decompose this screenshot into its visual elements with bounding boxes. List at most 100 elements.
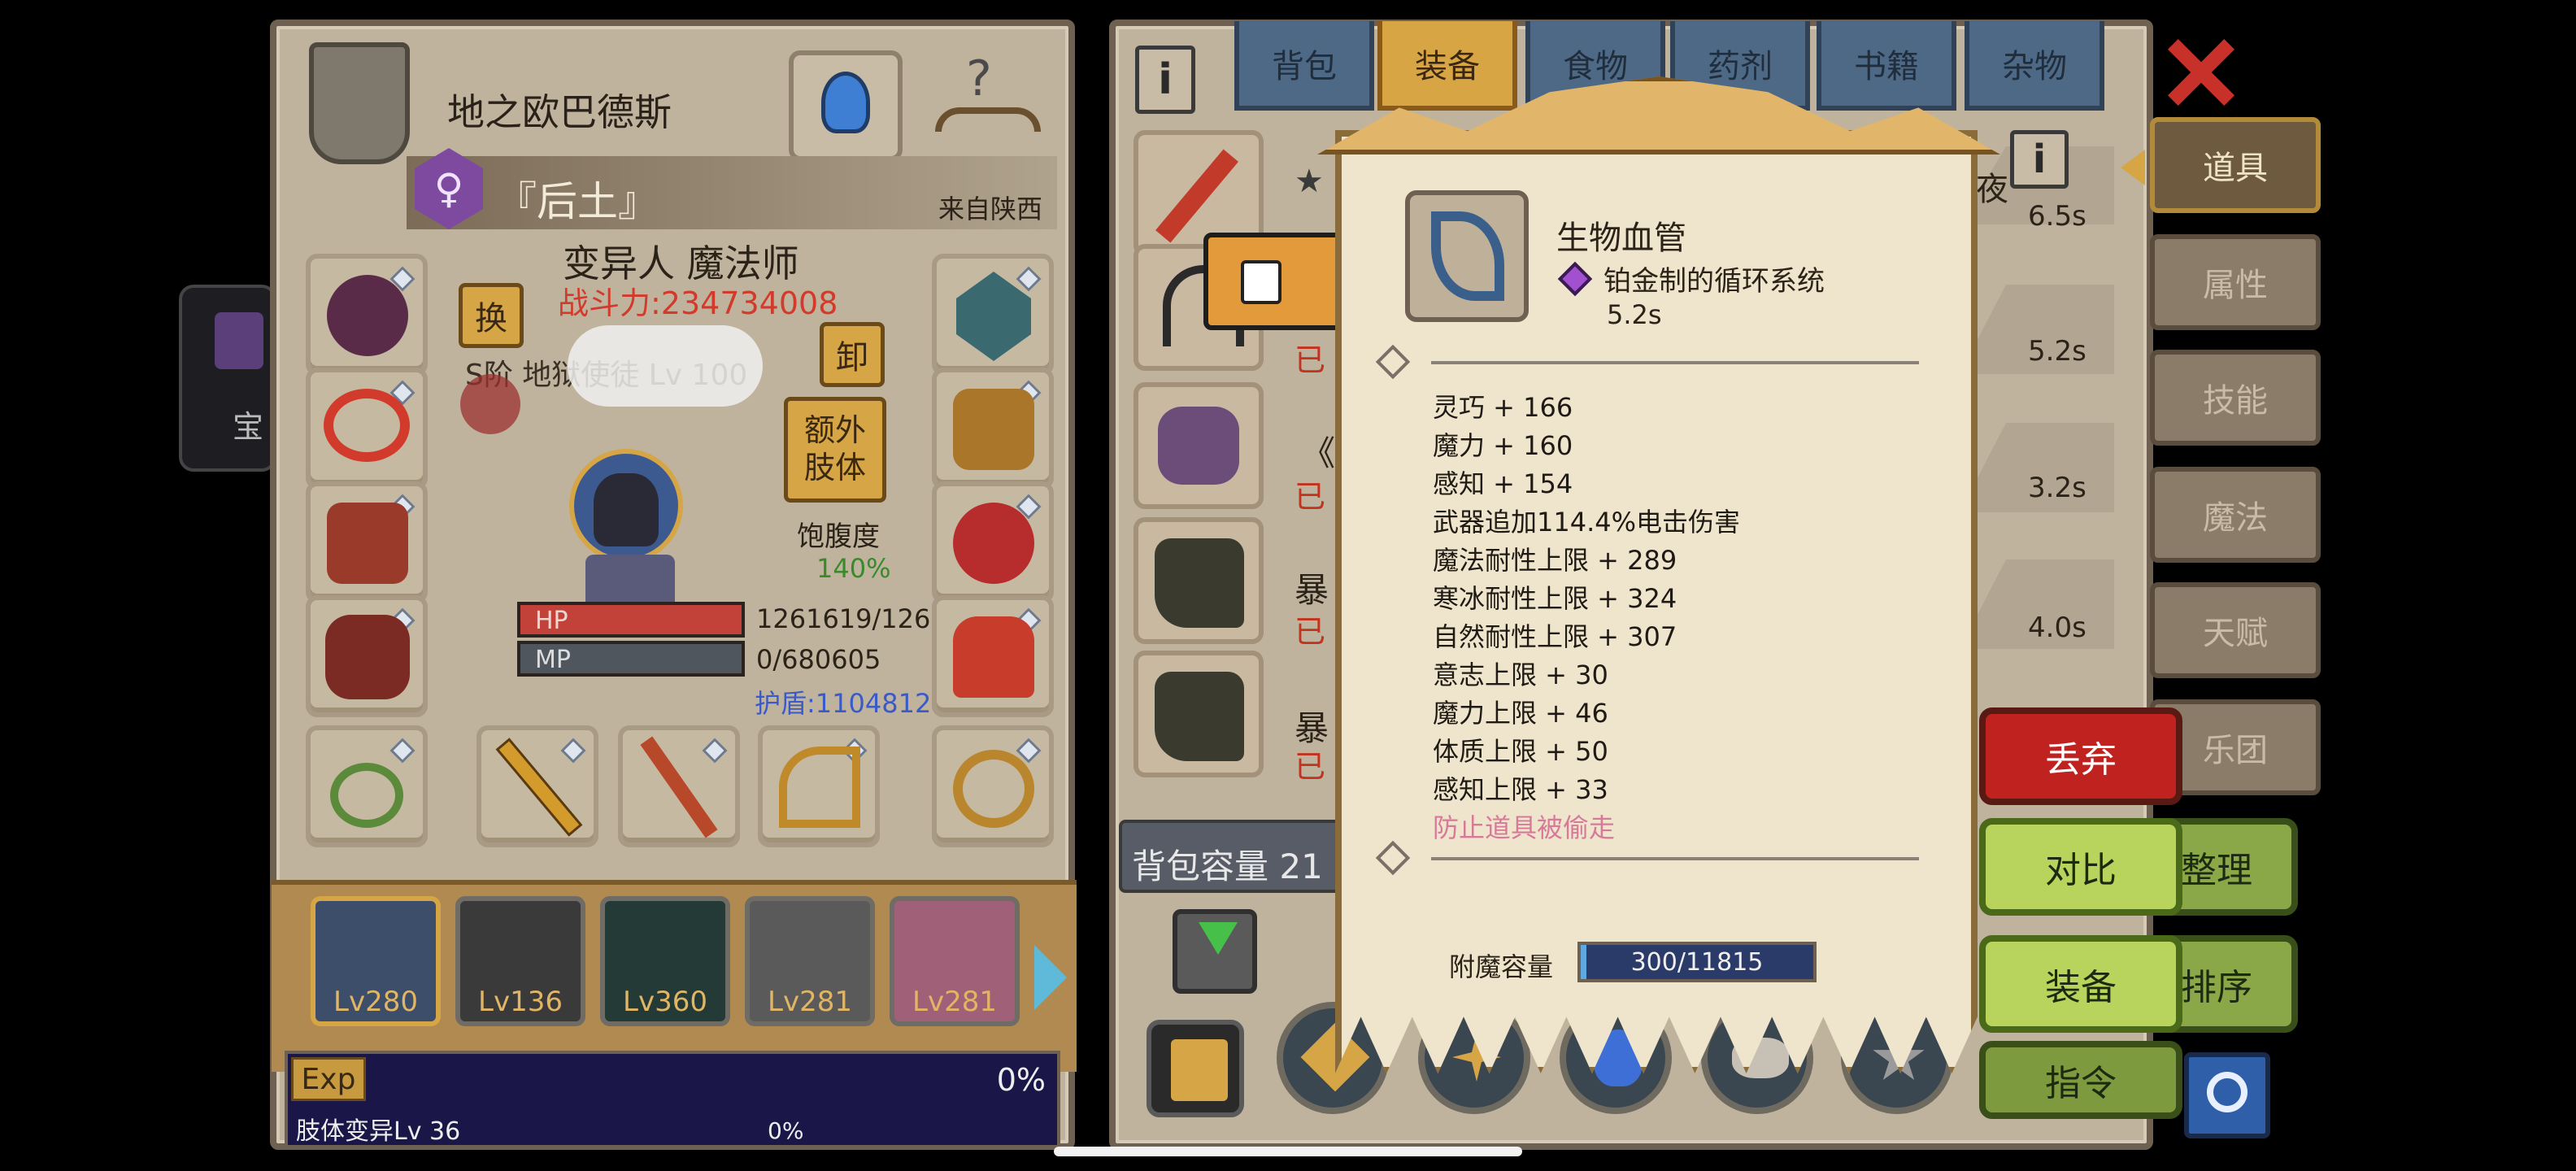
equip-slot-amulet[interactable]	[932, 254, 1054, 376]
divider-top	[1431, 361, 1919, 364]
home-indicator	[1054, 1147, 1522, 1156]
thought-bubble	[568, 325, 763, 407]
equip-slot-weapon-1[interactable]	[476, 725, 598, 847]
armor-icon	[327, 503, 408, 584]
special-effect: 防止道具被偷走	[1433, 812, 1616, 843]
command-button[interactable]: 指令	[1979, 1041, 2182, 1119]
stat-line: 意志上限 + 30	[1433, 660, 1608, 690]
equip-slot-weapon-2[interactable]	[618, 725, 740, 847]
hanger-icon[interactable]: ?	[919, 50, 1049, 161]
search-button[interactable]	[2184, 1052, 2270, 1138]
party-portrait-5[interactable]: Lv281	[890, 896, 1020, 1026]
side-menu-talents[interactable]: 天赋	[2150, 582, 2321, 678]
necklace-icon	[324, 389, 410, 462]
satiety-value: 140%	[816, 553, 891, 584]
party-portrait-1[interactable]: Lv280	[311, 896, 441, 1026]
hp-value: 1261619/126	[756, 603, 931, 634]
crystal-icon[interactable]	[789, 50, 903, 161]
character-name: 地之欧巴德斯	[447, 90, 672, 134]
equip-slot-belt[interactable]	[306, 595, 428, 717]
gear-icon	[460, 374, 520, 434]
item-time-2: 5.2s	[2028, 335, 2086, 368]
character-panel: 地之欧巴德斯 ? 『后土』 来自陕西 ♀ 变异人 魔法师 战斗力:2347340…	[270, 20, 1077, 1150]
side-menu-magic[interactable]: 魔法	[2150, 467, 2321, 563]
party-level-3: Lv360	[623, 986, 707, 1018]
compare-button[interactable]: 对比	[1979, 818, 2182, 916]
extra-limbs-button[interactable]: 额外肢体	[784, 397, 886, 503]
unequip-button[interactable]: 卸	[820, 322, 885, 387]
party-level-5: Lv281	[912, 986, 997, 1018]
mutation-label: 肢体变异Lv 36	[296, 1117, 461, 1146]
bracer-icon	[953, 503, 1034, 584]
belt-icon	[325, 615, 410, 699]
mutation-percent: 0%	[768, 1117, 804, 1144]
equip-slot-weapon-3[interactable]	[758, 725, 880, 847]
equip-slot-ring-right[interactable]	[932, 725, 1054, 847]
item-time-3: 3.2s	[2028, 472, 2086, 504]
extra-limbs-label: 额外肢体	[803, 412, 866, 485]
equip-slot-shoulder[interactable]	[932, 368, 1054, 490]
guild-emblem-icon	[309, 42, 410, 164]
enchant-label: 附魔容量	[1449, 951, 1554, 982]
left-peek-panel[interactable]: 宝	[179, 285, 276, 472]
padlock-icon	[1241, 260, 1281, 304]
boots-icon-2	[1155, 672, 1244, 761]
tab-books[interactable]: 书籍	[1817, 21, 1956, 111]
tooltip-info-button[interactable]: i	[2010, 130, 2069, 189]
info-button[interactable]: i	[1135, 46, 1195, 114]
equip-button[interactable]: 装备	[1979, 935, 2182, 1033]
crossbow-icon	[779, 747, 860, 828]
next-arrow-icon[interactable]	[1034, 945, 1067, 1010]
stat-line: 武器追加114.4%电击伤害	[1433, 507, 1741, 538]
close-button[interactable]	[2163, 36, 2236, 109]
equip-slot-helmet[interactable]	[306, 254, 428, 376]
inventory-item-3-text: 《	[1301, 433, 1336, 473]
side-menu-attributes[interactable]: 属性	[2150, 234, 2321, 330]
exp-label: Exp	[291, 1057, 366, 1101]
treasure-icon	[215, 312, 263, 369]
inventory-item-4[interactable]	[1134, 517, 1264, 644]
divider-diamond-bottom	[1375, 840, 1411, 876]
download-arrow-icon	[1199, 922, 1238, 955]
swap-button[interactable]: 换	[459, 283, 524, 348]
equip-slot-bracer[interactable]	[932, 481, 1054, 603]
info-icon: i	[1158, 55, 1173, 104]
party-portrait-4[interactable]: Lv281	[745, 896, 875, 1026]
satiety-label: 饱腹度	[797, 520, 880, 553]
stat-line: 自然耐性上限 + 307	[1433, 621, 1677, 652]
side-menu-skills[interactable]: 技能	[2150, 350, 2321, 446]
tab-backpack[interactable]: 背包	[1234, 21, 1374, 111]
stat-line: 魔法耐性上限 + 289	[1433, 545, 1677, 576]
question-mark-icon: ?	[966, 50, 992, 107]
party-portrait-2[interactable]: Lv136	[455, 896, 585, 1026]
left-peek-label: 宝	[233, 409, 264, 445]
side-menu-items[interactable]: 道具	[2150, 117, 2321, 213]
party-portrait-3[interactable]: Lv360	[600, 896, 730, 1026]
inventory-item-3[interactable]	[1134, 382, 1264, 509]
character-origin: 来自陕西	[938, 194, 1042, 224]
inventory-item-2-status: 已	[1295, 342, 1326, 378]
equip-slot-ring-left[interactable]	[306, 725, 428, 847]
exp-bar: Exp 0% 肢体变异Lv 36 0%	[285, 1051, 1060, 1148]
enchant-value: 300/11815	[1630, 948, 1764, 977]
hp-label: HP	[535, 607, 568, 635]
tab-equipment[interactable]: 装备	[1377, 21, 1517, 111]
stat-line: 感知上限 + 33	[1433, 774, 1608, 805]
vessel-icon	[1431, 211, 1504, 301]
equip-slot-armor[interactable]	[306, 481, 428, 603]
discard-button[interactable]: 丢弃	[1979, 707, 2182, 805]
equip-slot-necklace[interactable]	[306, 368, 428, 490]
ring-icon	[330, 763, 403, 828]
stat-line: 魔力 + 160	[1433, 430, 1573, 461]
stat-list: 灵巧 + 166 魔力 + 160 感知 + 154 武器追加114.4%电击伤…	[1433, 389, 1740, 847]
inventory-item-5[interactable]	[1134, 651, 1264, 777]
inventory-item-1-star: ★	[1295, 163, 1324, 200]
tab-misc[interactable]: 杂物	[1965, 21, 2104, 111]
mp-label: MP	[535, 646, 571, 674]
number-order-button[interactable]	[1147, 1020, 1244, 1117]
mp-bar: MP	[517, 641, 745, 677]
night-fragment: 夜	[1976, 171, 2008, 208]
tooltip-set-name: 铂金制的循环系统	[1603, 265, 1825, 298]
search-icon	[2207, 1072, 2247, 1112]
download-button[interactable]	[1173, 909, 1257, 994]
